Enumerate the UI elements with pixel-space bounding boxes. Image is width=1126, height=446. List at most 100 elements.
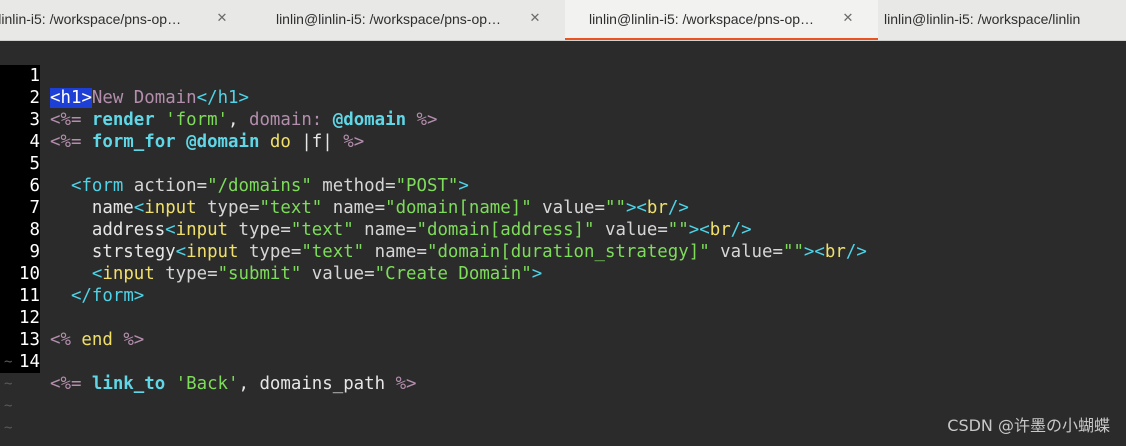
terminal-tab-2[interactable]: linlin@linlin-i5: /workspace/pns-op… ✕	[252, 0, 565, 40]
code-line: 11	[0, 263, 42, 307]
token: <	[70, 176, 82, 196]
token: ""	[667, 220, 689, 240]
token: <	[699, 220, 710, 240]
terminal-tab-4[interactable]: linlin@linlin-i5: /workspace/linlin	[878, 0, 1126, 40]
token: address	[50, 220, 166, 240]
token: input	[102, 264, 155, 284]
token: "text"	[301, 242, 365, 262]
token: input	[175, 220, 229, 240]
code-line: 7 address<input type="text" name="domain…	[0, 175, 752, 240]
token: input	[144, 198, 197, 218]
token: "POST"	[395, 176, 459, 196]
token: br	[824, 242, 846, 262]
token: />	[845, 242, 867, 262]
token: %>	[416, 110, 438, 130]
token: "submit"	[217, 264, 302, 284]
token: >	[531, 264, 543, 284]
token: domain:	[248, 110, 323, 130]
token: link_to	[81, 374, 176, 394]
cursor-selection: <h1>	[50, 88, 92, 108]
token: br	[646, 198, 668, 218]
token: strstegy	[50, 242, 176, 262]
token: <	[91, 264, 103, 284]
token: value=	[301, 264, 375, 284]
token: %>	[343, 132, 365, 152]
close-icon[interactable]: ✕	[212, 9, 232, 29]
token: <	[636, 198, 647, 218]
line-content: address<input type="text" name="domain[a…	[50, 219, 752, 241]
line-content: strstegy<input type="text" name="domain[…	[50, 241, 867, 263]
token: name	[50, 198, 134, 218]
token: value=	[709, 242, 783, 262]
token: >	[81, 88, 92, 108]
line-content: <%= form_for @domain do |f| %>	[50, 131, 364, 153]
code-line: 4	[0, 109, 42, 153]
token: </	[70, 286, 92, 306]
token: method=	[311, 176, 396, 196]
watermark: CSDN @许墨の小蝴蝶	[947, 416, 1110, 435]
token: <%=	[50, 110, 82, 130]
token: <	[814, 242, 825, 262]
line-content: <%= link_to 'Back', domains_path %>	[50, 373, 417, 395]
token: 'Back'	[175, 374, 239, 394]
token: form	[81, 176, 124, 196]
token: type=	[196, 198, 260, 218]
code-line: 10 </form>	[0, 241, 144, 306]
token: type=	[154, 264, 218, 284]
tilde-marker: ~	[4, 398, 13, 414]
token: ,	[228, 110, 249, 130]
line-content: <% end %>	[50, 329, 144, 351]
token: @domain	[332, 110, 407, 130]
line-content: name<input type="text" name="domain[name…	[50, 197, 689, 219]
token: |f|	[301, 132, 333, 152]
code-line: 12 <% end %>	[0, 285, 144, 350]
token: ""	[604, 198, 626, 218]
token: "domain[duration_strategy]"	[426, 242, 710, 262]
tab-title: lin@linlin-i5: /workspace/pns-op…	[0, 11, 182, 27]
code-line: 3 <%= form_for @domain do |f| %>	[0, 87, 364, 152]
terminal-tab-1[interactable]: lin@linlin-i5: /workspace/pns-op… ✕	[0, 0, 252, 40]
token: "/domains"	[207, 176, 312, 196]
token: br	[709, 220, 731, 240]
token: </	[196, 88, 218, 108]
token: <	[50, 88, 61, 108]
token: type=	[228, 220, 291, 240]
code-line: 9 <input type="submit" value="Create Dom…	[0, 219, 542, 284]
code-line: 8 strstegy<input type="text" name="domai…	[0, 197, 867, 262]
terminal-tab-3-active[interactable]: linlin@linlin-i5: /workspace/pns-op… ✕	[565, 0, 878, 40]
token: ,	[238, 374, 260, 394]
token: type=	[238, 242, 302, 262]
token: h1	[217, 88, 239, 108]
token: %>	[395, 374, 417, 394]
token: >	[625, 198, 637, 218]
token: action=	[123, 176, 208, 196]
close-icon[interactable]: ✕	[838, 9, 858, 29]
code-line: 1 <h1>New Domain</h1>	[0, 43, 249, 108]
token: />	[730, 220, 752, 240]
line-content: <h1>New Domain</h1>	[50, 87, 249, 109]
token: >	[133, 286, 145, 306]
token: name=	[353, 220, 417, 240]
vim-editor[interactable]: 1 <h1>New Domain</h1> 2 <%= render 'form…	[0, 41, 1126, 446]
token: @domain	[186, 132, 260, 152]
token: value=	[531, 198, 605, 218]
line-content: <form action="/domains" method="POST">	[50, 175, 469, 197]
token: 'form'	[165, 110, 229, 130]
token: >	[238, 88, 250, 108]
token: name=	[322, 198, 386, 218]
token: h1	[60, 88, 82, 108]
token: render	[81, 110, 166, 130]
token: <	[133, 198, 145, 218]
token: >	[688, 220, 700, 240]
code-line: 6 name<input type="text" name="domain[na…	[0, 153, 689, 218]
code-line: 14 <%= link_to 'Back', domains_path %>	[0, 329, 417, 394]
token: input	[186, 242, 239, 262]
token: do	[259, 132, 302, 152]
token: form_for	[81, 132, 187, 152]
close-icon[interactable]: ✕	[525, 9, 545, 29]
token: <%=	[50, 374, 82, 394]
